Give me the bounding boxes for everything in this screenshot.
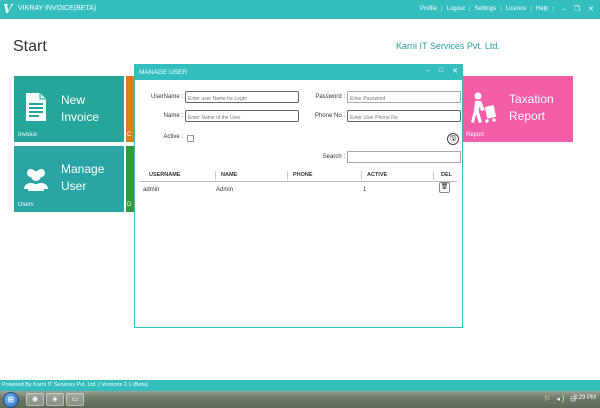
profile-link[interactable]: Profile bbox=[420, 6, 437, 12]
save-button[interactable]: 🖫 bbox=[447, 133, 459, 145]
column-divider bbox=[433, 171, 434, 180]
window-restore-button[interactable]: ❐ bbox=[574, 5, 580, 13]
dialog-title: MANAGE USER bbox=[139, 69, 188, 76]
search-label: Search : bbox=[322, 154, 345, 160]
active-checkbox[interactable] bbox=[187, 135, 194, 142]
tile-title-line1: Manage bbox=[61, 162, 105, 176]
logout-link[interactable]: Logout bbox=[447, 6, 465, 12]
password-label: Password : bbox=[315, 94, 345, 100]
company-name: Karni IT Services Pvt. Ltd. bbox=[396, 41, 500, 51]
person-cart-icon bbox=[471, 92, 496, 123]
name-input[interactable] bbox=[185, 110, 299, 122]
app-titlebar: V VIKRAY INVOICE(BETA) Profile | Logout … bbox=[0, 0, 600, 19]
dialog-minimize-button[interactable]: – bbox=[426, 67, 430, 75]
phone-label: Phone No : bbox=[314, 113, 345, 119]
password-input[interactable] bbox=[347, 91, 461, 103]
column-divider bbox=[361, 171, 362, 180]
column-divider bbox=[215, 171, 216, 180]
app-window-icon[interactable]: ◈ bbox=[46, 393, 64, 406]
window-close-button[interactable]: ✕ bbox=[588, 5, 594, 13]
tile-label: D bbox=[127, 202, 132, 208]
column-divider bbox=[287, 171, 288, 180]
tile-manage-user[interactable]: Manage User Users bbox=[14, 146, 124, 212]
column-header-active[interactable]: ACTIVE bbox=[367, 172, 387, 178]
help-link[interactable]: Help bbox=[536, 6, 548, 12]
top-menu: Profile | Logout | Settings | Licence | … bbox=[418, 5, 596, 14]
folder-icon[interactable]: ▭ bbox=[66, 393, 84, 406]
tile-taxation-report[interactable]: Taxation Report Report bbox=[462, 76, 573, 142]
dialog-controls: – □ ✕ bbox=[426, 67, 458, 75]
menu-separator: | bbox=[500, 6, 502, 12]
menu-separator: | bbox=[441, 6, 443, 12]
users-icon bbox=[24, 169, 48, 191]
tile-title-line1: Taxation bbox=[509, 92, 554, 106]
start-heading: Start bbox=[13, 38, 47, 55]
tile-label: Invoice bbox=[18, 132, 38, 138]
window-minimize-button[interactable]: – bbox=[562, 6, 566, 13]
dialog-header: MANAGE USER – □ ✕ bbox=[135, 65, 462, 80]
cell-active[interactable]: 1 bbox=[363, 187, 366, 193]
document-icon bbox=[26, 93, 46, 121]
column-header-username[interactable]: USERNAME bbox=[149, 172, 180, 178]
os-taskbar: ⊞ ◉ ◈ ▭ ⚐ ◂) ⊟ 3:29 PM bbox=[0, 391, 600, 408]
menu-separator: | bbox=[468, 6, 471, 12]
column-header-phone[interactable]: PHONE bbox=[293, 172, 313, 178]
cell-username[interactable]: admin bbox=[143, 187, 159, 193]
tile-label: Report bbox=[466, 132, 485, 138]
column-header-del[interactable]: DEL bbox=[441, 172, 452, 178]
username-input[interactable] bbox=[185, 91, 299, 103]
tile-title-line2: Report bbox=[509, 109, 546, 123]
tile-label: C bbox=[127, 132, 132, 138]
manage-user-dialog: MANAGE USER – □ ✕ UserName : Name : Acti… bbox=[134, 64, 463, 328]
name-label: Name : bbox=[163, 113, 183, 119]
active-label: Active : bbox=[163, 134, 183, 140]
dialog-maximize-button[interactable]: □ bbox=[439, 67, 443, 75]
settings-link[interactable]: Settings bbox=[475, 6, 497, 12]
clock[interactable]: 3:29 PM bbox=[574, 395, 596, 401]
status-bar: Powered By Karni IT Services Pvt. Ltd. |… bbox=[0, 380, 600, 391]
app-title: VIKRAY INVOICE(BETA) bbox=[18, 5, 97, 12]
licence-link[interactable]: Licence bbox=[506, 6, 527, 12]
search-input[interactable] bbox=[347, 151, 461, 163]
delete-user-button[interactable]: 🗑 bbox=[439, 182, 450, 193]
menu-separator: | bbox=[552, 6, 554, 12]
tile-title-line2: Invoice bbox=[61, 110, 100, 124]
app-logo: V bbox=[3, 2, 13, 16]
dialog-close-button[interactable]: ✕ bbox=[452, 67, 458, 75]
username-label: UserName : bbox=[150, 94, 183, 100]
start-orb-icon[interactable]: ⊞ bbox=[3, 392, 19, 408]
browser-icon[interactable]: ◉ bbox=[26, 393, 44, 406]
tile-label: Users bbox=[18, 202, 34, 208]
user-table-header: USERNAME NAME PHONE ACTIVE DEL bbox=[139, 169, 457, 182]
column-header-name[interactable]: NAME bbox=[221, 172, 237, 178]
tile-title-line1: New bbox=[61, 93, 86, 107]
tile-new-invoice[interactable]: New Invoice Invoice bbox=[14, 76, 124, 142]
cell-name[interactable]: Admin bbox=[216, 187, 233, 193]
status-text: Powered By Karni IT Services Pvt. Ltd. |… bbox=[2, 382, 148, 388]
tile-title-line2: User bbox=[61, 179, 87, 193]
phone-input[interactable] bbox=[347, 110, 461, 122]
menu-separator: | bbox=[530, 6, 533, 12]
